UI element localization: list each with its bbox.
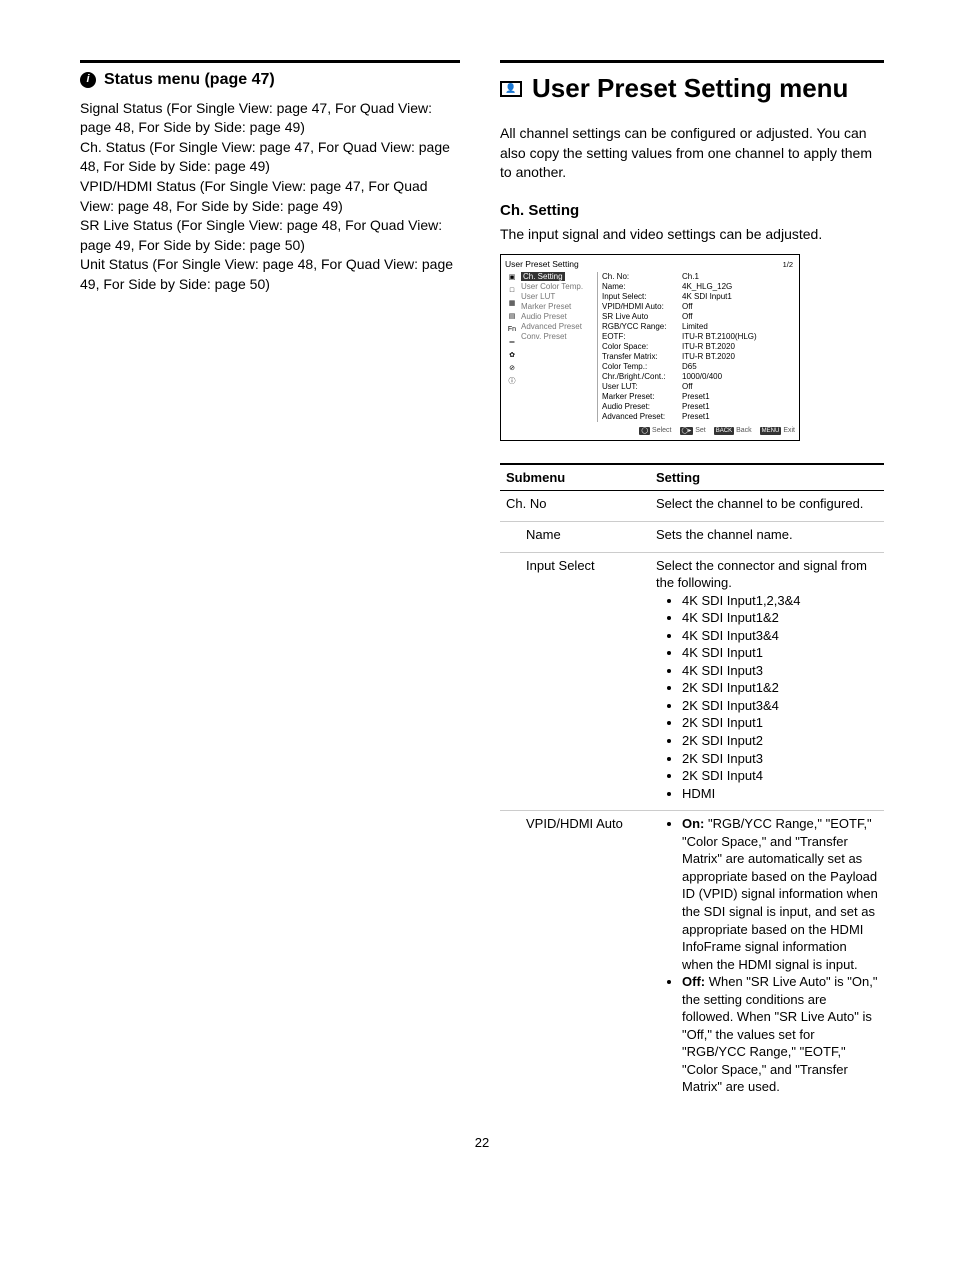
osd-setting-row: User LUT:Off (602, 382, 795, 392)
ch-setting-desc: The input signal and video settings can … (500, 225, 884, 244)
setting-cell: Select the channel to be configured. (650, 491, 884, 522)
th-setting: Setting (650, 464, 884, 491)
osd-menu-item: Audio Preset (521, 312, 597, 322)
main-title: User Preset Setting menu (532, 71, 848, 106)
setting-cell: Select the connector and signal from the… (650, 552, 884, 811)
definition-item: On: "RGB/YCC Range," "EOTF," "Color Spac… (682, 815, 878, 973)
osd-screenshot: User Preset Setting ▣ □ ▦ ▤ Fn ═ ✿ ⊘ ⓘ Ch. Setti… (500, 254, 800, 441)
osd-footer-item: ◯ Select (639, 426, 671, 435)
option-item: 2K SDI Input3&4 (682, 697, 878, 715)
osd-sidebar-icon: Fn (507, 324, 517, 334)
osd-sidebar-icon: ▣ (507, 272, 517, 282)
osd-page-indicator: 1/2 (783, 260, 793, 270)
osd-menu-item: Advanced Preset (521, 322, 597, 332)
osd-sidebar-icon: ⊘ (507, 363, 517, 373)
osd-setting-row: RGB/YCC Range:Limited (602, 322, 795, 332)
osd-sidebar-icon: ═ (507, 337, 517, 347)
osd-setting-row: Chr./Bright./Cont.:1000/0/400 (602, 372, 795, 382)
table-row: Input SelectSelect the connector and sig… (500, 552, 884, 811)
osd-setting-row: Name:4K_HLG_12G (602, 282, 795, 292)
page-number: 22 (80, 1134, 884, 1152)
osd-menu-item: Conv. Preset (521, 332, 597, 342)
osd-sidebar-icon: ▤ (507, 311, 517, 321)
osd-setting-row: Marker Preset:Preset1 (602, 392, 795, 402)
submenu-cell: VPID/HDMI Auto (500, 811, 650, 1104)
osd-settings: 1/2 Ch. No:Ch.1Name:4K_HLG_12GInput Sele… (597, 272, 795, 422)
intro-text: All channel settings can be configured o… (500, 124, 884, 183)
option-item: 2K SDI Input2 (682, 732, 878, 750)
option-item: 4K SDI Input1 (682, 644, 878, 662)
option-item: 2K SDI Input3 (682, 750, 878, 768)
osd-setting-row: Color Temp.:D65 (602, 362, 795, 372)
preset-icon: 👤 (500, 81, 522, 97)
osd-menu-item: User Color Temp. (521, 282, 597, 292)
osd-menu-item: Ch. Setting (521, 272, 597, 282)
submenu-cell: Name (500, 522, 650, 553)
osd-footer-item: BACK Back (714, 426, 752, 435)
osd-setting-row: VPID/HDMI Auto:Off (602, 302, 795, 312)
option-item: 2K SDI Input4 (682, 767, 878, 785)
osd-menu-item: Marker Preset (521, 302, 597, 312)
option-item: 2K SDI Input1&2 (682, 679, 878, 697)
osd-side-icons: ▣ □ ▦ ▤ Fn ═ ✿ ⊘ ⓘ (505, 272, 519, 422)
osd-sidebar-icon: ▦ (507, 298, 517, 308)
osd-sidebar-icon: ✿ (507, 350, 517, 360)
option-item: 4K SDI Input1&2 (682, 609, 878, 627)
osd-menu-item: User LUT (521, 292, 597, 302)
definition-item: Off: When "SR Live Auto" is "On," the se… (682, 973, 878, 1096)
table-row: VPID/HDMI AutoOn: "RGB/YCC Range," "EOTF… (500, 811, 884, 1104)
osd-setting-row: Input Select:4K SDI Input1 (602, 292, 795, 302)
option-item: 4K SDI Input1,2,3&4 (682, 592, 878, 610)
setting-cell: On: "RGB/YCC Range," "EOTF," "Color Spac… (650, 811, 884, 1104)
option-item: 2K SDI Input1 (682, 714, 878, 732)
option-item: 4K SDI Input3&4 (682, 627, 878, 645)
osd-menu: Ch. SettingUser Color Temp.User LUTMarke… (519, 272, 597, 422)
osd-footer: ◯ Select ◯▸ Set BACK Back MENU Exit (505, 426, 795, 435)
settings-table: Submenu Setting Ch. NoSelect the channel… (500, 463, 884, 1104)
osd-sidebar-icon: □ (507, 285, 517, 295)
submenu-cell: Ch. No (500, 491, 650, 522)
osd-setting-row: Advanced Preset:Preset1 (602, 412, 795, 422)
osd-setting-row: Transfer Matrix:ITU-R BT.2020 (602, 352, 795, 362)
osd-setting-row: SR Live AutoOff (602, 312, 795, 322)
osd-setting-row: EOTF:ITU-R BT.2100(HLG) (602, 332, 795, 342)
th-submenu: Submenu (500, 464, 650, 491)
option-item: HDMI (682, 785, 878, 803)
status-menu-heading: Status menu (page 47) (104, 69, 275, 91)
option-item: 4K SDI Input3 (682, 662, 878, 680)
osd-footer-item: MENU Exit (760, 426, 795, 435)
osd-title: User Preset Setting (505, 259, 795, 270)
table-row: Ch. NoSelect the channel to be configure… (500, 491, 884, 522)
status-menu-body: Signal Status (For Single View: page 47,… (80, 99, 460, 295)
ch-setting-heading: Ch. Setting (500, 201, 884, 221)
osd-sidebar-icon: ⓘ (507, 376, 517, 386)
table-row: NameSets the channel name. (500, 522, 884, 553)
info-icon: i (80, 72, 96, 88)
osd-setting-row: Ch. No:Ch.1 (602, 272, 795, 282)
osd-setting-row: Audio Preset:Preset1 (602, 402, 795, 412)
osd-footer-item: ◯▸ Set (680, 426, 706, 435)
submenu-cell: Input Select (500, 552, 650, 811)
setting-cell: Sets the channel name. (650, 522, 884, 553)
osd-setting-row: Color Space:ITU-R BT.2020 (602, 342, 795, 352)
